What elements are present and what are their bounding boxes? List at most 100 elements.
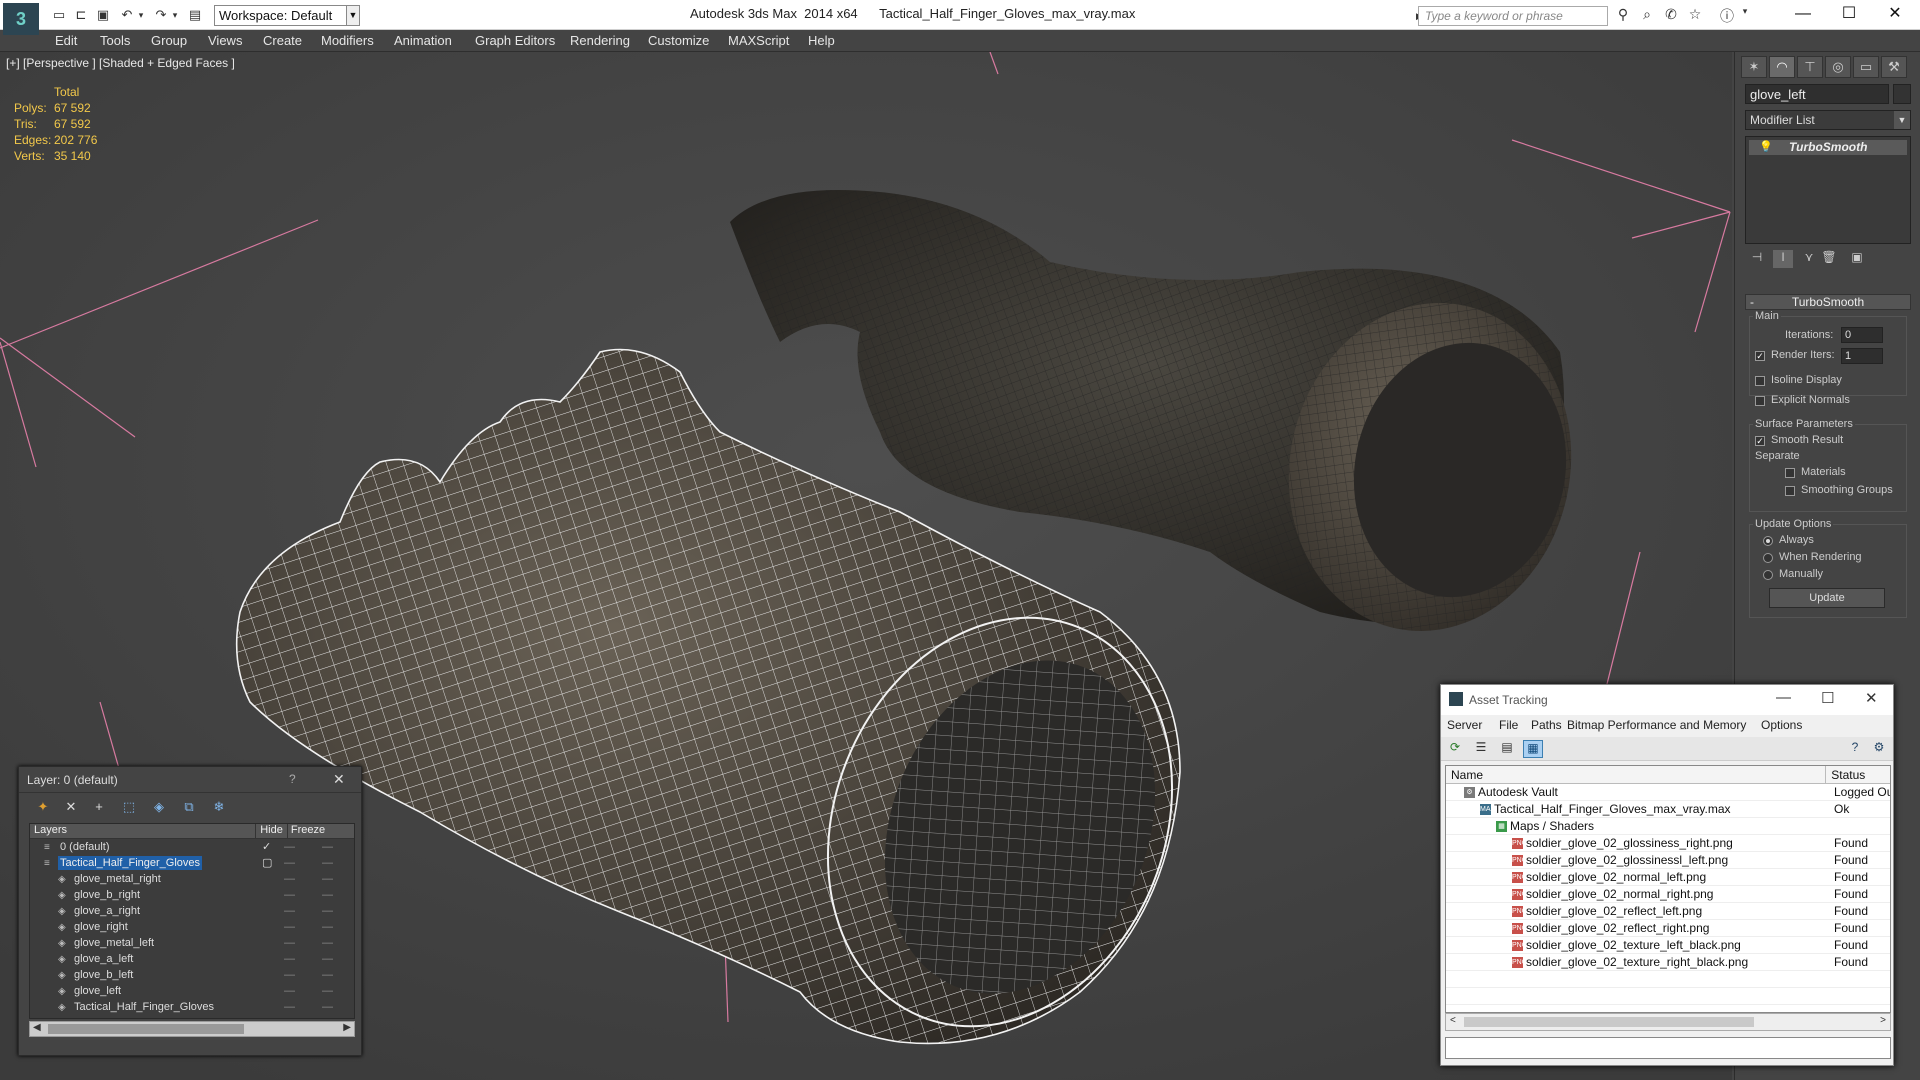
freeze-toggle[interactable]: — [322,919,333,935]
add-to-layer-icon[interactable]: + [89,799,109,815]
freeze-toggle[interactable]: — [322,903,333,919]
col-freeze[interactable]: Freeze [288,824,328,838]
hide-toggle[interactable]: — [284,871,295,887]
asset-row[interactable]: ⚙ Autodesk Vault Logged Out [1446,784,1890,801]
table-view-icon[interactable]: ▦ [1523,740,1543,758]
menu-views[interactable]: Views [208,33,242,48]
hide-toggle[interactable]: — [284,903,295,919]
save-file-icon[interactable]: ▣ [94,6,112,24]
show-end-result-icon[interactable]: I [1773,250,1793,268]
app-logo-button[interactable]: 3 [3,3,39,35]
refresh-icon[interactable]: ⟳ [1445,740,1465,758]
new-file-icon[interactable]: ▭ [50,6,68,24]
create-tab-icon[interactable]: ✶ [1741,56,1767,78]
col-name[interactable]: Name [1446,766,1827,783]
pin-stack-icon[interactable]: ⊣ [1747,250,1767,268]
asset-tracking-titlebar[interactable]: Asset Tracking — ☐ ✕ [1441,685,1893,715]
freeze-toggle[interactable]: — [322,967,333,983]
freeze-toggle[interactable]: — [322,887,333,903]
hide-all-icon[interactable]: ⧉ [179,799,199,815]
smooth-result-checkbox[interactable]: ✓ [1755,436,1765,446]
menu-customize[interactable]: Customize [648,33,709,48]
menu-animation[interactable]: Animation [394,33,452,48]
chevron-right-icon[interactable]: ▶ [343,1022,351,1033]
hide-toggle[interactable]: — [284,855,295,871]
render-iters-checkbox[interactable]: ✓ [1755,351,1765,361]
always-radio[interactable] [1763,536,1773,546]
asset-row[interactable]: PNG soldier_glove_02_reflect_right.png Fou… [1446,920,1890,937]
freeze-toggle[interactable]: — [322,871,333,887]
freeze-toggle[interactable]: — [322,983,333,999]
menu-tools[interactable]: Tools [100,33,130,48]
menu-graph-editors[interactable]: Graph Editors [475,33,555,48]
modifier-stack-item[interactable]: 💡 TurboSmooth [1749,140,1907,155]
col-status[interactable]: Status [1826,766,1890,783]
layer-row[interactable]: ◈ glove_right — — [30,919,354,935]
render-iters-spinner[interactable]: 1 [1841,348,1883,364]
open-file-icon[interactable]: ⊏ [72,6,90,24]
chevron-left-icon[interactable]: ◀ [33,1022,41,1033]
binoculars-icon[interactable]: ⚲ [1612,6,1634,26]
menu-maxscript[interactable]: MAXScript [728,33,789,48]
asset-row[interactable]: PNG soldier_glove_02_normal_left.png Found [1446,869,1890,886]
menu-modifiers[interactable]: Modifiers [321,33,374,48]
current-layer-mark[interactable]: ✓ [262,839,271,855]
explicit-normals-checkbox[interactable] [1755,396,1765,406]
freeze-toggle[interactable]: — [322,855,333,871]
redo-dropdown-icon[interactable]: ▾ [166,6,184,24]
layer-row[interactable]: ◈ glove_b_left — — [30,967,354,983]
minimize-button[interactable]: — [1776,689,1791,706]
remove-modifier-icon[interactable]: 🗑 [1819,250,1839,268]
layer-row[interactable]: ◈ glove_a_left — — [30,951,354,967]
scroll-thumb[interactable] [48,1024,244,1034]
search-icon[interactable]: ⌕ [1636,6,1658,26]
layer-row[interactable]: ◈ glove_left — — [30,983,354,999]
menu-group[interactable]: Group [151,33,187,48]
delete-layer-icon[interactable]: ✕ [61,799,81,815]
menu-paths[interactable]: Paths [1531,718,1562,732]
display-tab-icon[interactable]: ▭ [1853,56,1879,78]
maximize-button[interactable]: ☐ [1821,689,1834,707]
iterations-spinner[interactable]: 0 [1841,327,1883,343]
scroll-thumb[interactable] [1464,1017,1754,1027]
current-layer-mark[interactable]: ▢ [262,855,272,871]
freeze-toggle[interactable]: — [322,935,333,951]
workspace-dropdown[interactable]: Workspace: Default ▼ [214,5,360,26]
layer-row[interactable]: ◈ glove_metal_left — — [30,935,354,951]
hold-icon[interactable]: ▤ [186,6,204,24]
chevron-right-icon[interactable]: > [1880,1015,1886,1026]
col-layers[interactable]: Layers [30,824,256,838]
menu-options[interactable]: Options [1761,718,1802,732]
layer-row[interactable]: ◈ glove_b_right — — [30,887,354,903]
new-layer-icon[interactable]: ✦ [33,799,53,815]
hide-toggle[interactable]: — [284,839,295,855]
update-button[interactable]: Update [1769,588,1885,608]
manually-radio[interactable] [1763,570,1773,580]
utilities-tab-icon[interactable]: ⚒ [1881,56,1907,78]
star-icon[interactable]: ☆ [1684,6,1706,26]
hierarchy-tab-icon[interactable]: ⊤ [1797,56,1823,78]
freeze-toggle[interactable]: — [322,951,333,967]
chevron-left-icon[interactable]: < [1450,1015,1456,1026]
menu-help[interactable]: Help [808,33,835,48]
close-button[interactable]: ✕ [1865,689,1878,707]
configure-modifier-sets-icon[interactable]: ▣ [1847,250,1867,268]
highlight-layer-icon[interactable]: ◈ [149,799,169,815]
menu-create[interactable]: Create [263,33,302,48]
make-unique-icon[interactable]: ⋎ [1799,250,1819,268]
menu-server[interactable]: Server [1447,718,1482,732]
hide-toggle[interactable]: — [284,951,295,967]
asset-row[interactable]: MAX Tactical_Half_Finger_Gloves_max_vray.… [1446,801,1890,818]
smoothing-groups-checkbox[interactable] [1785,486,1795,496]
layer-panel-titlebar[interactable]: Layer: 0 (default) ? ✕ [19,767,361,793]
detail-view-icon[interactable]: ▤ [1497,740,1517,758]
hide-toggle[interactable]: — [284,967,295,983]
hide-toggle[interactable]: — [284,983,295,999]
minimize-button[interactable]: — [1780,0,1826,30]
layer-row[interactable]: ≡ 0 (default) ✓ — — [30,839,354,855]
help-dropdown-icon[interactable]: ▾ [1734,6,1756,26]
layer-row[interactable]: ◈ glove_metal_right — — [30,871,354,887]
undo-dropdown-icon[interactable]: ▾ [132,6,150,24]
context-help-icon[interactable]: ⚙ [1869,740,1889,758]
menu-file[interactable]: File [1499,718,1518,732]
